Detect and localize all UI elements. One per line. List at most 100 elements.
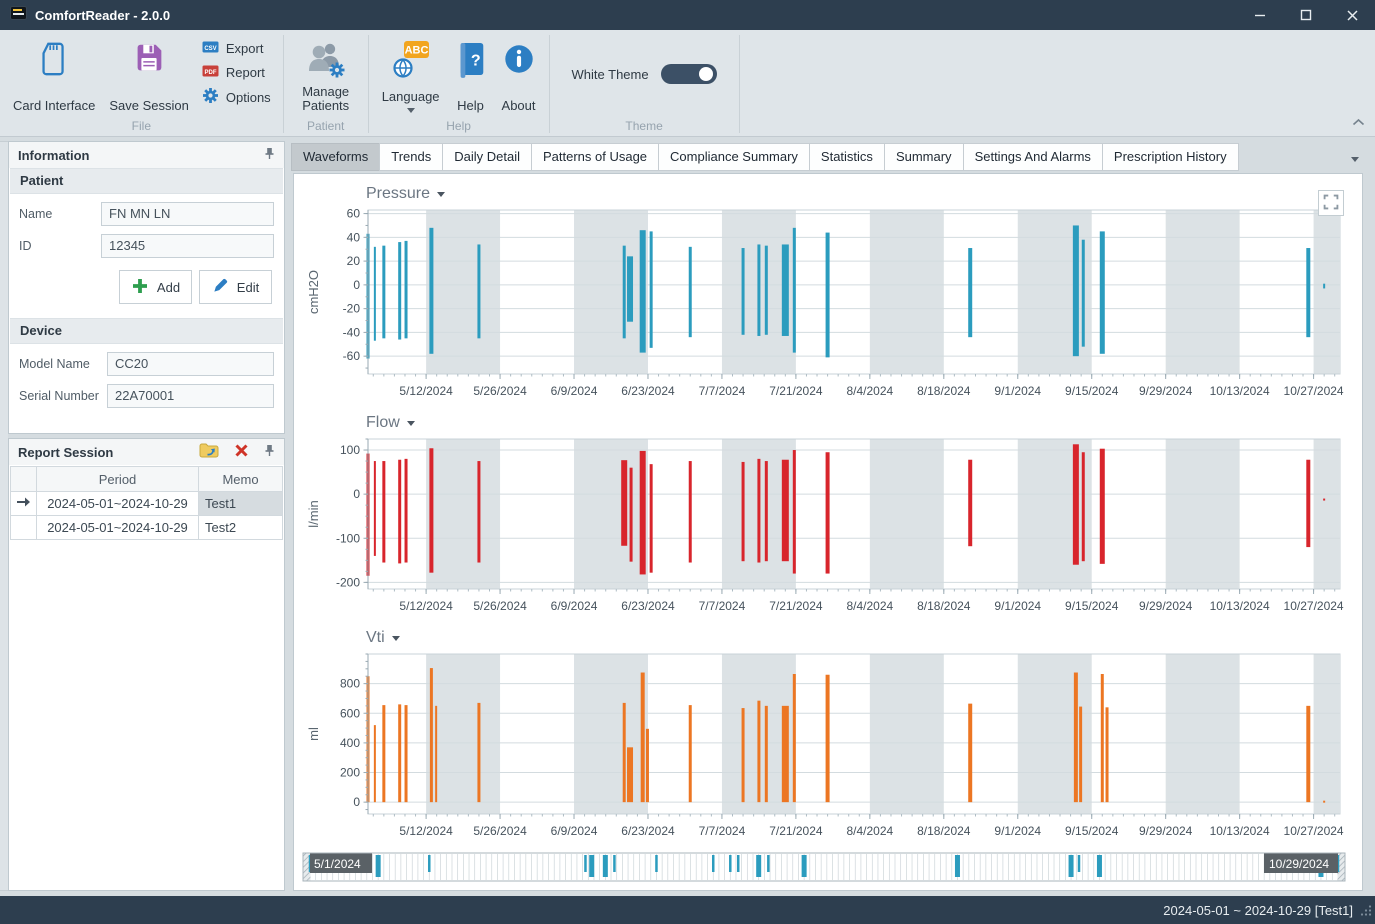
ribbon-group-file-label: File	[6, 117, 277, 136]
tabstrip: WaveformsTrendsDaily DetailPatterns of U…	[291, 143, 1363, 171]
help-button[interactable]: ? Help	[447, 32, 495, 116]
svg-text:10/13/2024: 10/13/2024	[1210, 384, 1270, 398]
edit-patient-button[interactable]: Edit	[199, 270, 272, 304]
id-field[interactable]: 12345	[101, 234, 274, 258]
sidebar: Information Patient Name FN MN LN ID 123…	[8, 141, 285, 891]
table-header-row: Period Memo	[11, 467, 283, 492]
maximize-button[interactable]	[1283, 0, 1329, 30]
svg-text:5/12/2024: 5/12/2024	[399, 384, 453, 398]
resize-grip-icon[interactable]	[1360, 903, 1372, 921]
svg-text:ml: ml	[306, 727, 321, 741]
language-button[interactable]: ABC Language	[375, 32, 447, 116]
help-label: Help	[457, 99, 484, 116]
svg-text:-60: -60	[343, 349, 361, 363]
gutter-header	[11, 467, 37, 492]
file-small-buttons: CSV Export PDF Report Options	[196, 32, 277, 117]
row-gutter	[11, 516, 37, 540]
chart-metric-dropdown-caret-icon[interactable]	[392, 636, 400, 641]
svg-text:7/7/2024: 7/7/2024	[699, 824, 746, 838]
tab-summary[interactable]: Summary	[884, 143, 964, 171]
ribbon-group-theme: White Theme Theme	[550, 30, 739, 136]
report-button[interactable]: PDF Report	[200, 63, 273, 82]
period-cell[interactable]: 2024-05-01~2024-10-29	[37, 492, 199, 516]
delete-session-icon[interactable]	[234, 443, 249, 461]
save-session-button[interactable]: Save Session	[102, 32, 196, 116]
chart-metric-dropdown-caret-icon[interactable]	[407, 421, 415, 426]
svg-text:7/21/2024: 7/21/2024	[769, 599, 823, 613]
gear-icon	[202, 87, 219, 107]
minimize-button[interactable]	[1237, 0, 1283, 30]
app-icon	[10, 6, 27, 25]
csv-file-icon: CSV	[202, 39, 219, 58]
svg-text:5/26/2024: 5/26/2024	[473, 824, 527, 838]
about-button[interactable]: About	[495, 32, 543, 116]
manage-patients-label: Manage Patients	[297, 85, 355, 116]
model-name-label: Model Name	[19, 357, 107, 371]
period-column-header[interactable]: Period	[37, 467, 199, 492]
svg-text:10/27/2024: 10/27/2024	[1284, 824, 1344, 838]
tab-overflow-caret-icon[interactable]	[1351, 157, 1359, 162]
period-cell[interactable]: 2024-05-01~2024-10-29	[37, 516, 199, 540]
ribbon-collapse-chevron-icon[interactable]	[1352, 113, 1365, 131]
current-row-arrow-icon	[16, 496, 31, 511]
tab-trends[interactable]: Trends	[379, 143, 443, 171]
svg-text:-200: -200	[336, 575, 360, 589]
tab-daily-detail[interactable]: Daily Detail	[442, 143, 532, 171]
save-session-label: Save Session	[109, 99, 189, 116]
chart-metric-dropdown-caret-icon[interactable]	[437, 192, 445, 197]
timeline-scrubber[interactable]: 5/2/20245/16/20245/28/20246/9/20246/21/2…	[302, 851, 1362, 891]
export-button[interactable]: CSV Export	[200, 39, 273, 58]
name-field[interactable]: FN MN LN	[101, 202, 274, 226]
add-patient-button[interactable]: Add	[119, 270, 192, 304]
memo-column-header[interactable]: Memo	[199, 467, 283, 492]
about-label: About	[502, 99, 536, 116]
timeline-scrubber-svg[interactable]: 5/2/20245/16/20245/28/20246/9/20246/21/2…	[302, 851, 1346, 891]
fullscreen-expand-button[interactable]	[1318, 190, 1344, 216]
svg-text:60: 60	[347, 207, 361, 221]
memo-cell[interactable]: Test2	[199, 516, 283, 540]
pencil-icon	[212, 277, 229, 297]
svg-text:PDF: PDF	[204, 70, 216, 76]
close-button[interactable]	[1329, 0, 1375, 30]
svg-text:40: 40	[347, 230, 361, 244]
svg-text:6/23/2024: 6/23/2024	[621, 599, 675, 613]
tab-settings-and-alarms[interactable]: Settings And Alarms	[963, 143, 1103, 171]
pdf-file-icon: PDF	[202, 63, 219, 82]
statusbar-session-range: 2024-05-01 ~ 2024-10-29 [Test1]	[1163, 903, 1353, 918]
svg-text:9/29/2024: 9/29/2024	[1139, 824, 1193, 838]
svg-text:5/12/2024: 5/12/2024	[399, 599, 453, 613]
manage-patients-button[interactable]: Manage Patients	[290, 32, 362, 116]
memo-cell[interactable]: Test1	[199, 492, 283, 516]
ribbon-group-theme-label: Theme	[556, 117, 733, 136]
tab-prescription-history[interactable]: Prescription History	[1102, 143, 1239, 171]
chart-vti-plot: 80060040020005/12/20245/26/20246/9/20246…	[302, 650, 1346, 846]
card-interface-label: Card Interface	[13, 99, 95, 116]
options-button[interactable]: Options	[200, 87, 273, 107]
svg-text:-100: -100	[336, 531, 360, 545]
svg-text:l/min: l/min	[306, 500, 321, 527]
open-session-folder-icon[interactable]	[199, 442, 219, 462]
svg-text:cmH2O: cmH2O	[306, 270, 321, 314]
svg-text:8/18/2024: 8/18/2024	[917, 384, 971, 398]
svg-text:6/9/2024: 6/9/2024	[551, 384, 598, 398]
table-row[interactable]: 2024-05-01~2024-10-29 Test1	[11, 492, 283, 516]
name-field-row: Name FN MN LN	[19, 202, 274, 226]
card-interface-button[interactable]: Card Interface	[6, 32, 102, 116]
table-row[interactable]: 2024-05-01~2024-10-29 Test2	[11, 516, 283, 540]
pin-icon[interactable]	[264, 147, 275, 163]
window-controls	[1237, 0, 1375, 30]
tab-compliance-summary[interactable]: Compliance Summary	[658, 143, 810, 171]
model-name-field-row: Model Name CC20	[19, 352, 274, 376]
timeline-start-label: 5/1/2024	[314, 857, 361, 871]
window-title: ComfortReader - 2.0.0	[35, 8, 170, 23]
language-dropdown-caret-icon	[407, 108, 415, 113]
patient-buttons-row: Add Edit	[21, 270, 272, 304]
white-theme-toggle[interactable]	[661, 64, 717, 84]
tab-patterns-of-usage[interactable]: Patterns of Usage	[531, 143, 659, 171]
svg-text:400: 400	[340, 736, 360, 750]
pin-icon[interactable]	[264, 444, 275, 460]
svg-text:CSV: CSV	[204, 46, 216, 52]
tab-waveforms[interactable]: Waveforms	[291, 143, 380, 171]
svg-text:6/23/2024: 6/23/2024	[621, 384, 675, 398]
tab-statistics[interactable]: Statistics	[809, 143, 885, 171]
